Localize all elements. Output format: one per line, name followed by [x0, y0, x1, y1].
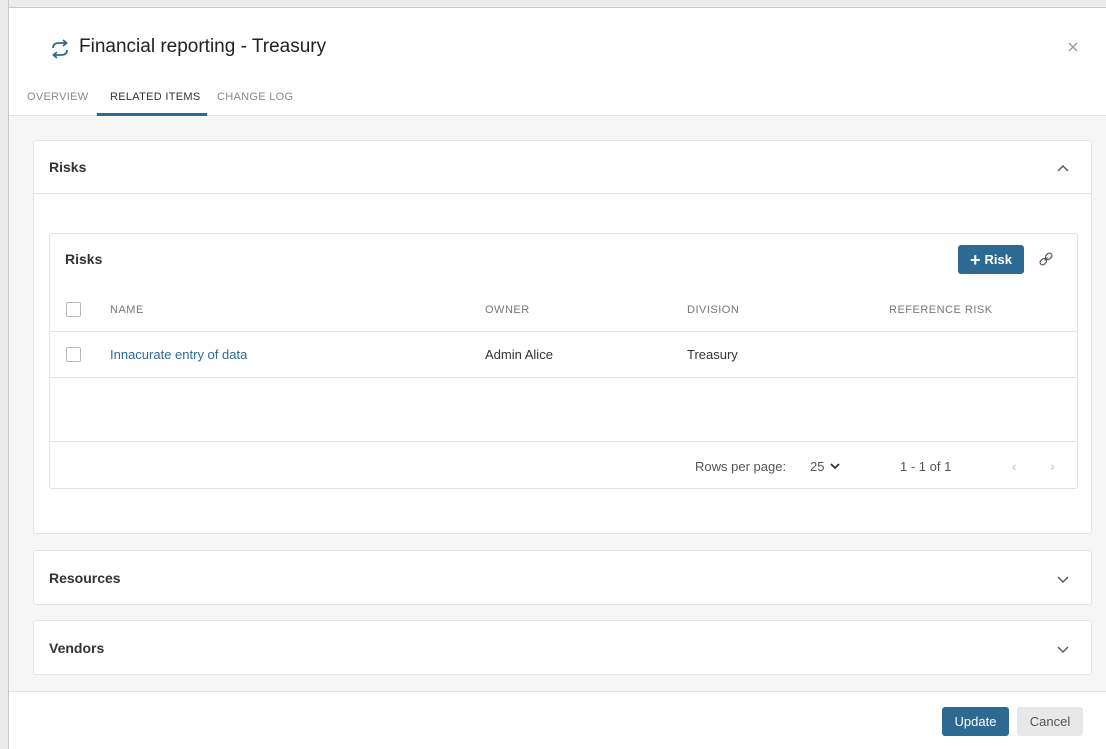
divider — [50, 441, 1077, 442]
divider — [34, 193, 1091, 194]
add-risk-label: Risk — [984, 252, 1012, 267]
dialog-footer: Update Cancel — [9, 691, 1106, 749]
risk-division: Treasury — [687, 347, 738, 362]
rows-per-page-select[interactable]: 25 — [810, 459, 841, 474]
vendors-section-title: Vendors — [49, 640, 105, 656]
resources-section-title: Resources — [49, 570, 121, 586]
risk-name-link[interactable]: Innacurate entry of data — [110, 347, 247, 362]
rows-per-page-value: 25 — [810, 459, 825, 474]
divider — [50, 377, 1077, 378]
dialog-body: Risks Risks + Risk NAME OWNER DIVISION R… — [9, 116, 1106, 691]
cancel-button[interactable]: Cancel — [1017, 707, 1083, 736]
vendors-section[interactable]: Vendors — [33, 620, 1092, 675]
column-header-name[interactable]: NAME — [110, 304, 144, 316]
dialog: Financial reporting - Treasury OVERVIEW … — [9, 8, 1106, 749]
page-title: Financial reporting - Treasury — [79, 36, 327, 57]
previous-page-icon[interactable]: ‹ — [1012, 458, 1017, 474]
risks-section: Risks Risks + Risk NAME OWNER DIVISION R… — [33, 140, 1092, 534]
close-icon[interactable] — [1064, 38, 1082, 56]
update-button[interactable]: Update — [942, 707, 1009, 736]
risks-section-title: Risks — [49, 159, 87, 175]
column-header-owner[interactable]: OWNER — [485, 304, 530, 316]
add-risk-button[interactable]: + Risk — [958, 245, 1024, 274]
risks-section-header[interactable]: Risks — [34, 141, 1091, 193]
rows-per-page-label: Rows per page: — [695, 459, 787, 474]
link-icon[interactable] — [1038, 251, 1054, 267]
window-frame-top — [0, 0, 1106, 8]
chevron-down-icon — [830, 463, 841, 470]
divider — [50, 331, 1077, 332]
select-all-checkbox[interactable] — [66, 302, 81, 317]
tab-related-items[interactable]: RELATED ITEMS — [110, 91, 201, 103]
row-checkbox[interactable] — [66, 347, 81, 362]
plus-icon: + — [970, 249, 981, 270]
window-frame-left — [0, 0, 9, 749]
column-header-reference-risk[interactable]: REFERENCE RISK — [889, 304, 993, 316]
chevron-down-icon[interactable] — [1056, 644, 1070, 654]
tab-overview[interactable]: OVERVIEW — [27, 91, 89, 103]
risks-table-card: Risks + Risk NAME OWNER DIVISION REFEREN… — [49, 233, 1078, 489]
dialog-header: Financial reporting - Treasury OVERVIEW … — [9, 8, 1106, 116]
chevron-up-icon[interactable] — [1056, 163, 1070, 173]
risks-table-title: Risks — [65, 251, 103, 267]
resources-section[interactable]: Resources — [33, 550, 1092, 605]
next-page-icon[interactable]: › — [1050, 458, 1055, 474]
sync-arrows-icon — [52, 39, 68, 59]
tab-change-log[interactable]: CHANGE LOG — [217, 91, 293, 103]
column-header-division[interactable]: DIVISION — [687, 304, 739, 316]
pagination-range: 1 - 1 of 1 — [900, 459, 952, 474]
chevron-down-icon[interactable] — [1056, 574, 1070, 584]
risk-owner: Admin Alice — [485, 347, 553, 362]
